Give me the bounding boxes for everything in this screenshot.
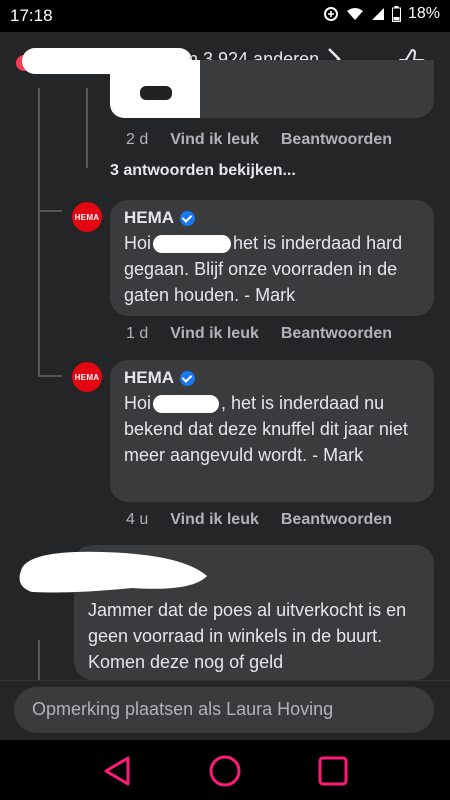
- verified-badge-icon: [180, 370, 196, 386]
- comment-text: Jammer dat de poes al uitverkocht is en …: [88, 600, 407, 672]
- comment-input[interactable]: Opmerking plaatsen als Laura Hoving: [14, 687, 434, 733]
- thread-line: [86, 88, 88, 168]
- signal-icon: [371, 8, 384, 20]
- comment-text: Hoi, het is inderdaad nu bekend dat deze…: [124, 390, 420, 468]
- recents-icon[interactable]: [316, 754, 350, 788]
- comment-author[interactable]: HEMA: [124, 208, 420, 228]
- reply-bubble[interactable]: HEMA Hoi het is inderdaad hard gegaan. Bl…: [110, 200, 434, 316]
- author-name[interactable]: HEMA: [124, 368, 174, 388]
- thread-line: [38, 640, 40, 680]
- view-replies-link[interactable]: 3 antwoorden bekijken...: [110, 162, 296, 180]
- like-link[interactable]: Vind ik leuk: [170, 511, 259, 529]
- avatar-label: HEMA: [74, 372, 100, 382]
- reply-bubble[interactable]: HEMA Hoi, het is inderdaad nu bekend dat…: [110, 360, 434, 502]
- hema-avatar[interactable]: HEMA: [72, 362, 102, 392]
- redacted-name: [153, 235, 232, 254]
- thread-line: [38, 88, 40, 376]
- hema-avatar[interactable]: HEMA: [72, 202, 102, 232]
- comment-composer: Opmerking plaatsen als Laura Hoving: [0, 680, 450, 741]
- previous-comment-bubble[interactable]: [110, 60, 434, 118]
- greeting: Hoi: [124, 233, 152, 253]
- wifi-icon: [346, 8, 363, 20]
- reply-link[interactable]: Beantwoorden: [281, 511, 392, 529]
- reply-link[interactable]: Beantwoorden: [281, 131, 392, 149]
- comment-time: 2 d: [126, 131, 149, 148]
- previous-comment-actions: 2 d Vind ik leuk Beantwoorden: [126, 131, 392, 149]
- reply-link[interactable]: Beantwoorden: [281, 325, 392, 343]
- home-icon[interactable]: [208, 754, 242, 788]
- status-bar: 17:18 18%: [0, 0, 450, 32]
- redacted-name: [153, 395, 220, 414]
- like-link[interactable]: Vind ik leuk: [170, 131, 259, 149]
- navigation-bar: [0, 740, 450, 800]
- reply-actions: 4 u Vind ik leuk Beantwoorden: [126, 511, 392, 529]
- comment-time: 1 d: [126, 325, 149, 342]
- like-link[interactable]: Vind ik leuk: [170, 325, 259, 343]
- data-saver-icon: [323, 7, 338, 21]
- verified-badge-icon: [180, 210, 196, 226]
- battery-percent: 18%: [407, 5, 440, 22]
- thread-line-branch: [38, 375, 62, 377]
- comment-text: Hoi het is inderdaad hard gegaan. Blijf o…: [124, 230, 420, 308]
- author-name[interactable]: HEMA: [124, 208, 174, 228]
- status-icons: 18%: [323, 5, 440, 23]
- comment-author[interactable]: HEMA: [124, 368, 420, 388]
- redacted-author: [19, 551, 207, 593]
- back-icon[interactable]: [100, 754, 134, 788]
- reply-actions: 1 d Vind ik leuk Beantwoorden: [126, 325, 392, 343]
- avatar-label: HEMA: [74, 212, 100, 222]
- battery-icon: [391, 6, 401, 22]
- comment-image[interactable]: [110, 60, 200, 118]
- status-time: 17:18: [10, 6, 53, 25]
- thread-line-branch: [38, 210, 62, 212]
- comment-time: 4 u: [126, 511, 149, 528]
- greeting: Hoi: [124, 393, 152, 413]
- image-content: [140, 86, 172, 100]
